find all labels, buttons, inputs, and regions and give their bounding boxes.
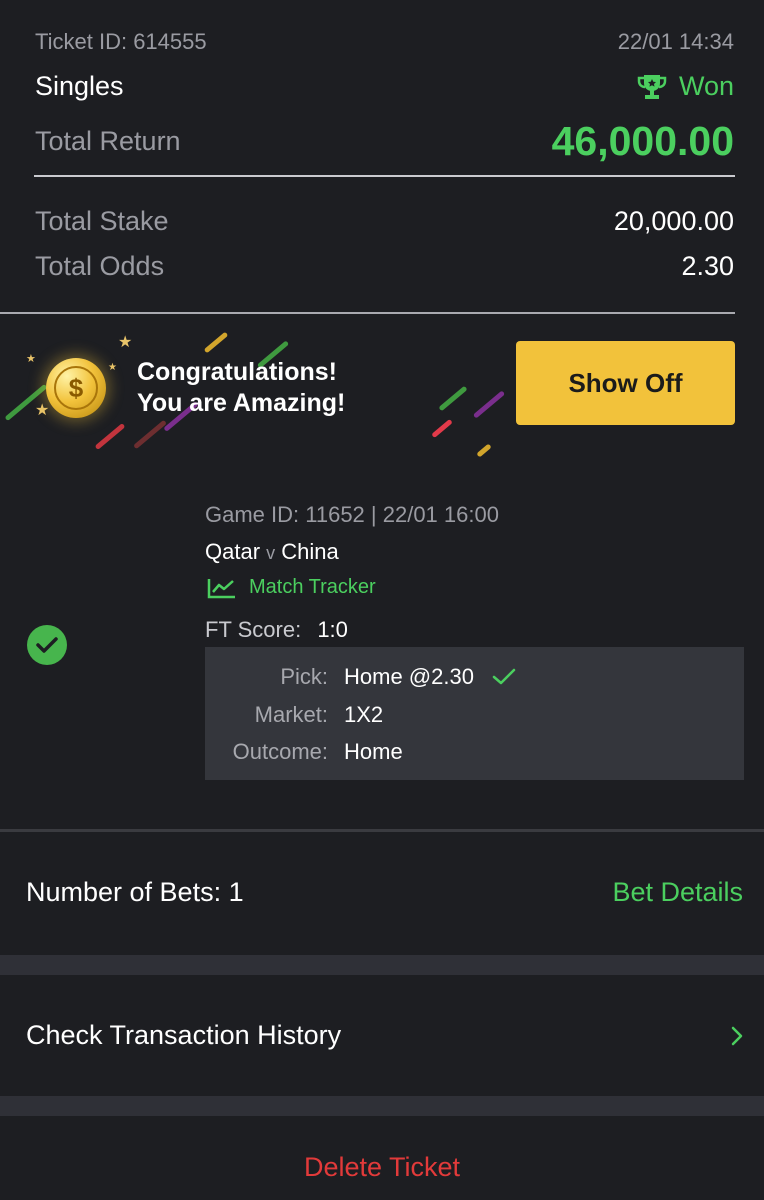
trophy-icon (637, 74, 667, 99)
outcome-label: Outcome: (232, 739, 328, 764)
game-id: Game ID: 11652 | 22/01 16:00 (205, 502, 499, 527)
bets-count: Number of Bets: 1 (26, 877, 244, 907)
total-odds-label: Total Odds (35, 251, 165, 281)
confetti-streak (431, 418, 453, 439)
chevron-right-icon (731, 1026, 743, 1046)
transaction-history-row[interactable]: Check Transaction History (0, 975, 764, 1095)
divider (34, 175, 735, 177)
vs-separator: v (266, 543, 276, 563)
confetti-streak (94, 423, 126, 450)
market-label: Market: (254, 702, 328, 727)
away-team: China (281, 539, 339, 564)
ticket-id: Ticket ID: 614555 (35, 29, 207, 54)
match-tracker-label: Match Tracker (249, 576, 376, 598)
chart-icon (207, 578, 235, 598)
ticket-datetime: 22/01 14:34 (617, 29, 734, 54)
home-team: Qatar (205, 539, 261, 564)
total-stake-label: Total Stake (35, 206, 169, 236)
check-mark-icon (492, 668, 516, 685)
congrats-line-1: Congratulations! (137, 358, 337, 386)
star-icon: ★ (118, 334, 133, 351)
delete-ticket-button[interactable]: Delete Ticket (0, 1152, 764, 1183)
coin-symbol: $ (54, 366, 98, 410)
coin-icon: $ (46, 358, 106, 418)
check-glyph (36, 637, 58, 653)
total-stake-value: 20,000.00 (613, 206, 734, 236)
section-separator (0, 955, 764, 975)
pick-value-row: Home @2.30 (344, 664, 516, 690)
confetti-streak (133, 419, 167, 450)
outcome-value: Home (344, 739, 403, 764)
show-off-button[interactable]: Show Off (516, 341, 735, 425)
ft-score: FT Score: 1:0 (205, 617, 348, 643)
star-icon: ★ (108, 362, 117, 373)
divider (0, 829, 764, 832)
match-tracker-link[interactable]: Match Tracker (207, 576, 376, 599)
confetti-streak (476, 443, 492, 458)
congrats-line-2: You are Amazing! (137, 389, 346, 417)
confetti-streak (438, 385, 468, 412)
check-circle-icon (27, 625, 67, 665)
total-return-label: Total Return (35, 126, 181, 156)
status-badge: Won (637, 71, 734, 102)
match-name: Qatar v China (205, 539, 339, 565)
confetti-streak (472, 390, 506, 419)
pick-details-box: Pick: Home @2.30 Market: 1X2 Outcome: Ho… (205, 647, 744, 780)
market-value: 1X2 (344, 702, 384, 727)
total-odds-value: 2.30 (681, 251, 734, 281)
ticket-type: Singles (35, 71, 124, 101)
ft-score-value: 1:0 (317, 617, 348, 642)
bet-details-link[interactable]: Bet Details (612, 877, 743, 908)
total-return-value: 46,000.00 (551, 118, 734, 164)
star-icon: ★ (26, 353, 36, 365)
star-icon: ★ (35, 402, 50, 419)
congrats-text: Congratulations! You are Amazing! (137, 357, 345, 419)
transaction-history-label: Check Transaction History (26, 1020, 342, 1050)
status-label: Won (678, 71, 734, 101)
pick-label: Pick: (280, 664, 328, 689)
ft-score-label: FT Score: (205, 617, 302, 642)
section-separator (0, 1096, 764, 1116)
confetti-streak (203, 331, 229, 354)
pick-value: Home @2.30 (344, 664, 474, 689)
